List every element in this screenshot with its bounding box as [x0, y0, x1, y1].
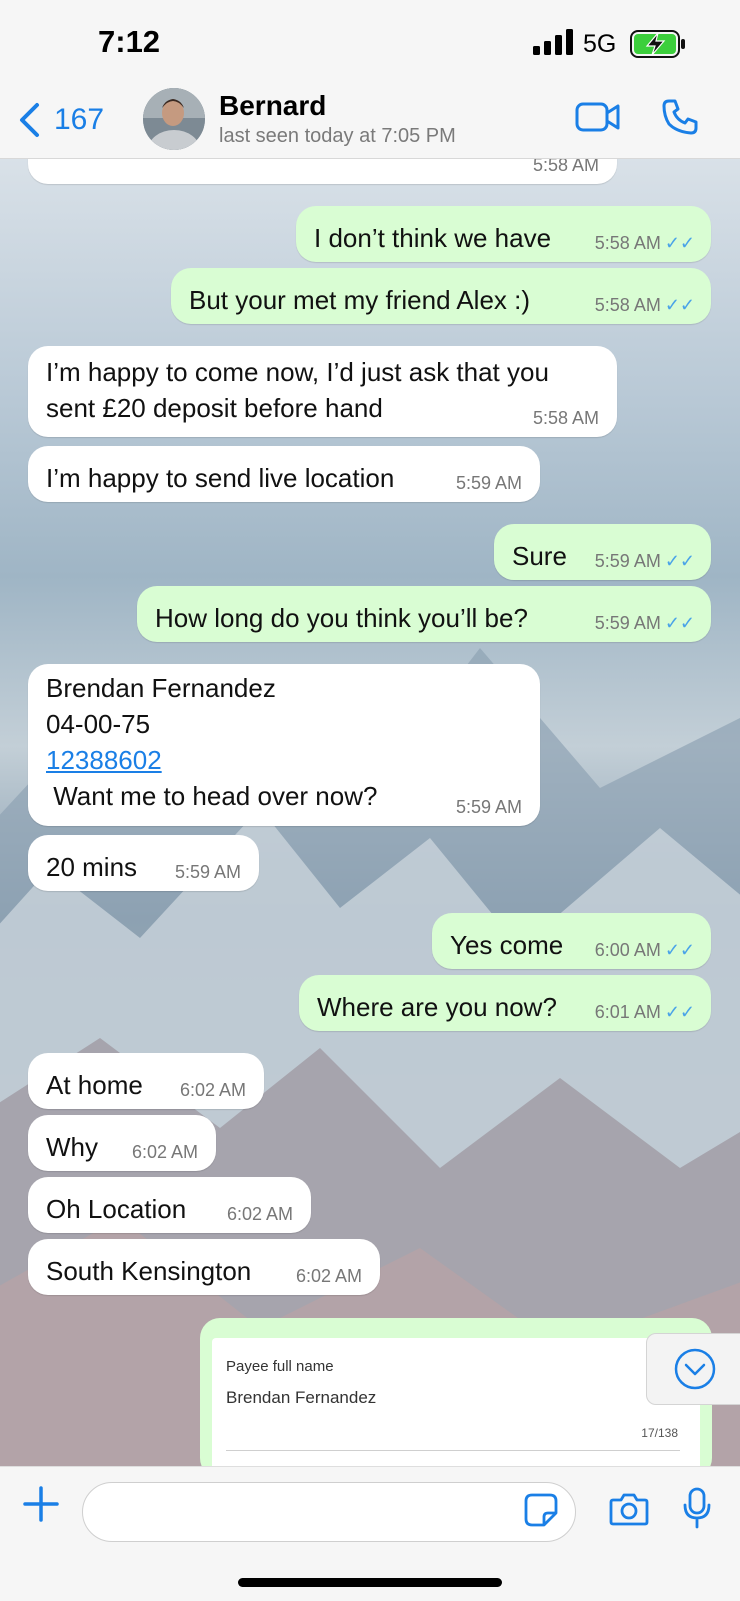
- message-input[interactable]: [82, 1482, 576, 1542]
- status-time: 7:12: [98, 24, 161, 59]
- video-call-icon[interactable]: [575, 100, 621, 134]
- message-text: 20 mins: [46, 852, 138, 882]
- back-button[interactable]: 167: [18, 98, 104, 142]
- message-incoming[interactable]: I’m happy to come now, I’d just ask that…: [28, 346, 617, 437]
- message-time: 5:59 AM: [455, 473, 522, 493]
- payment-form-message[interactable]: Payee full name Brendan Fernandez 17/138: [200, 1318, 712, 1478]
- message-time: 6:02 AM: [179, 1080, 246, 1100]
- message-time: 6:02 AM: [295, 1266, 362, 1286]
- message-text: But your met my friend Alex :): [189, 285, 531, 315]
- message-text: South Kensington: [46, 1256, 252, 1286]
- message-incoming[interactable]: At home 6:02 AM: [28, 1053, 264, 1109]
- message-time: 5:58 AM: [532, 408, 599, 428]
- message-text: How long do you think you’ll be?: [155, 603, 528, 633]
- chat-area[interactable]: 5:58 AM I don’t think we have 5:58 AM ✓✓ …: [0, 158, 740, 1466]
- payee-name-field[interactable]: Brendan Fernandez: [226, 1388, 376, 1408]
- avatar-photo: [143, 88, 205, 150]
- message-text: At home: [46, 1070, 143, 1100]
- chat-header: 167 Bernard last seen today at 7:05 PM: [0, 80, 740, 159]
- message-outgoing[interactable]: Yes come 6:00 AM ✓✓: [432, 913, 711, 969]
- message-text-line: Brendan Fernandez: [46, 673, 276, 703]
- message-text: Sure: [512, 541, 567, 571]
- message-incoming[interactable]: I’m happy to send live location 5:59 AM: [28, 446, 540, 502]
- message-text-line: Want me to head over now?: [46, 781, 378, 811]
- read-receipt-icon: ✓✓: [664, 940, 695, 960]
- last-seen: last seen today at 7:05 PM: [219, 125, 456, 147]
- message-text-line: 04-00-75: [46, 709, 151, 739]
- message-time: 5:59 AM: [594, 551, 661, 571]
- status-bar: 7:12 5G: [0, 0, 740, 80]
- message-time: 6:01 AM: [594, 1002, 661, 1022]
- phone-call-icon[interactable]: [661, 98, 699, 136]
- message-time: 5:58 AM: [594, 295, 661, 315]
- message-time: 5:58 AM: [532, 158, 599, 175]
- message-incoming[interactable]: Why 6:02 AM: [28, 1115, 216, 1171]
- read-receipt-icon: ✓✓: [664, 233, 695, 253]
- microphone-icon[interactable]: [682, 1487, 712, 1529]
- message-time: 5:58 AM: [594, 233, 661, 253]
- message-outgoing[interactable]: How long do you think you’ll be? 5:59 AM…: [137, 586, 711, 642]
- message-incoming[interactable]: Brendan Fernandez 04-00-75 12388602 Want…: [28, 664, 540, 826]
- sticker-icon[interactable]: [524, 1493, 558, 1527]
- home-indicator: [238, 1578, 502, 1587]
- message-outgoing[interactable]: Where are you now? 6:01 AM ✓✓: [299, 975, 711, 1031]
- chevron-left-icon: [20, 103, 39, 137]
- camera-icon[interactable]: [609, 1491, 649, 1527]
- plus-icon[interactable]: [22, 1485, 60, 1523]
- message-time: 6:02 AM: [131, 1142, 198, 1162]
- payment-form: Payee full name Brendan Fernandez 17/138: [212, 1338, 700, 1478]
- avatar[interactable]: [143, 88, 205, 150]
- message-text-line: I’m happy to come now, I’d just ask that…: [46, 357, 549, 387]
- message-time: 6:00 AM: [594, 940, 661, 960]
- message-time: 5:59 AM: [174, 862, 241, 882]
- message-outgoing[interactable]: But your met my friend Alex :) 5:58 AM ✓✓: [171, 268, 711, 324]
- network-label: 5G: [583, 30, 617, 58]
- message-time: 5:59 AM: [594, 613, 661, 633]
- message-outgoing[interactable]: Sure 5:59 AM ✓✓: [494, 524, 711, 580]
- message-outgoing[interactable]: I don’t think we have 5:58 AM ✓✓: [296, 206, 711, 262]
- message-text: I’m happy to send live location: [46, 463, 395, 493]
- read-receipt-icon: ✓✓: [664, 551, 695, 571]
- message-incoming[interactable]: 20 mins 5:59 AM: [28, 835, 259, 891]
- message-incoming[interactable]: Oh Location 6:02 AM: [28, 1177, 311, 1233]
- unread-count: 167: [54, 103, 105, 136]
- field-underline: [226, 1450, 680, 1451]
- message-text: Where are you now?: [317, 992, 557, 1022]
- message-text-line: sent £20 deposit before hand: [46, 393, 383, 423]
- read-receipt-icon: ✓✓: [664, 295, 695, 315]
- read-receipt-icon: ✓✓: [664, 1002, 695, 1022]
- chevron-down-circle-icon: [674, 1348, 716, 1390]
- message-incoming[interactable]: South Kensington 6:02 AM: [28, 1239, 380, 1295]
- message-text: I don’t think we have: [314, 223, 552, 253]
- signal-icon: [533, 29, 573, 55]
- message-text: Yes come: [450, 930, 564, 960]
- read-receipt-icon: ✓✓: [664, 613, 695, 633]
- payee-name-label: Payee full name: [226, 1358, 334, 1375]
- message-incoming[interactable]: 5:58 AM: [28, 158, 617, 184]
- character-counter: 17/138: [641, 1426, 678, 1440]
- message-text: Why: [46, 1132, 98, 1162]
- battery-charging-icon: [630, 30, 685, 58]
- message-time: 5:59 AM: [455, 797, 522, 817]
- scroll-to-bottom-button[interactable]: [646, 1333, 740, 1405]
- account-number-link[interactable]: 12388602: [46, 742, 162, 778]
- contact-name[interactable]: Bernard: [219, 90, 326, 122]
- message-text: Oh Location: [46, 1194, 187, 1224]
- message-time: 6:02 AM: [226, 1204, 293, 1224]
